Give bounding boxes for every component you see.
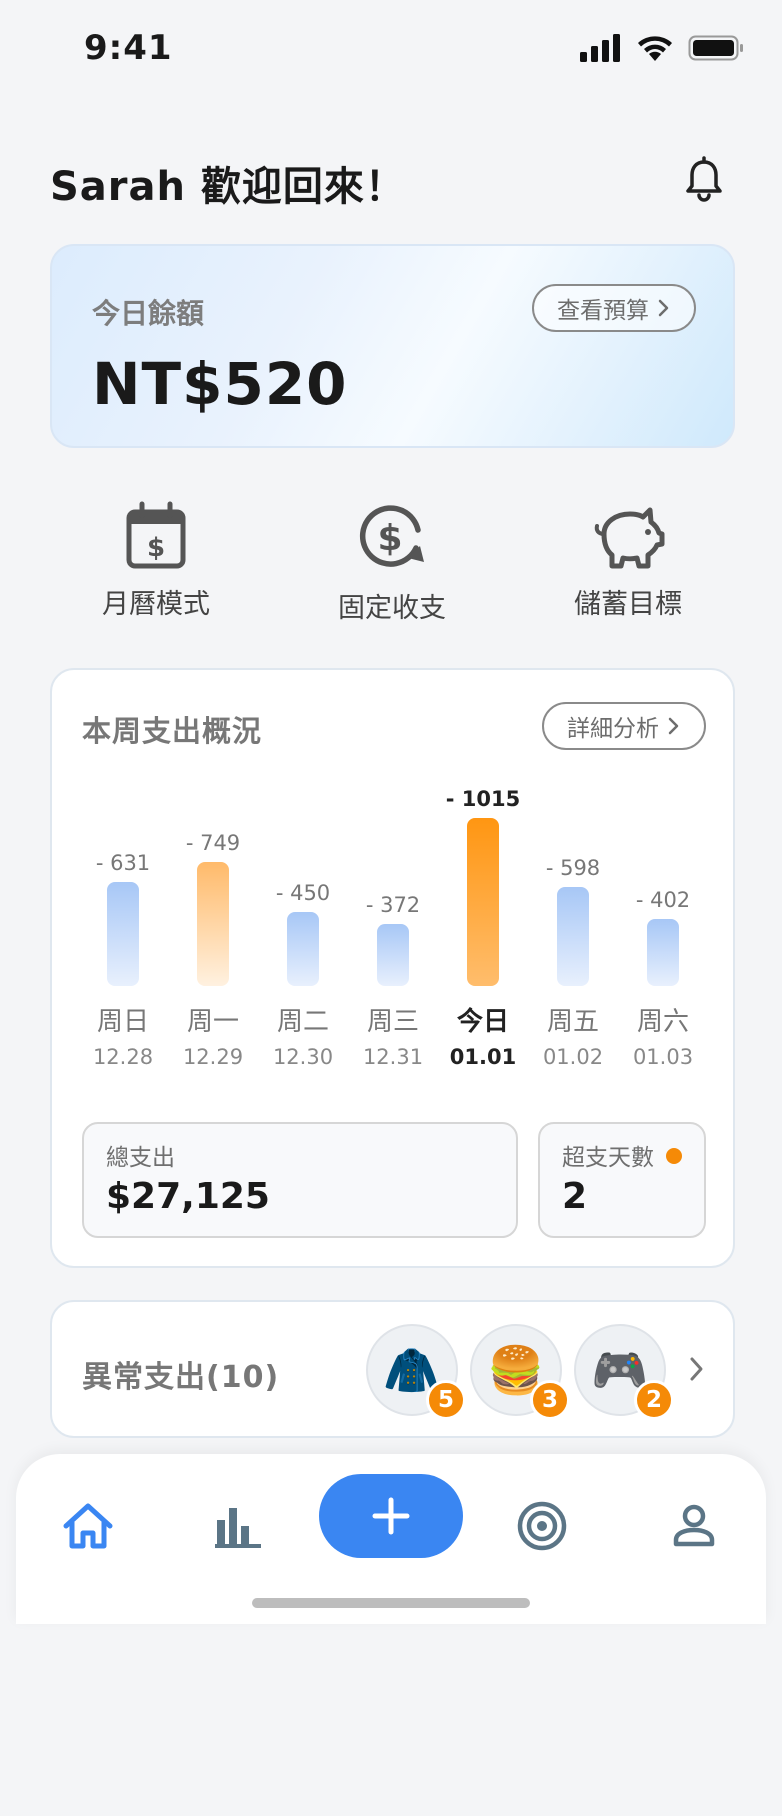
abnormal-spending-card[interactable]: 異常支出(10) 🧥 5 🍔 3 🎮 2 xyxy=(50,1300,735,1438)
chart-bar xyxy=(557,887,589,986)
calendar-mode-label: 月曆模式 xyxy=(102,589,210,620)
savings-goal-button[interactable]: 儲蓄目標 xyxy=(528,500,728,621)
overspend-days-label: 超支天數 xyxy=(562,1145,654,1171)
chart-bar xyxy=(647,919,679,986)
profile-icon xyxy=(673,1504,715,1547)
detail-analysis-button[interactable]: 詳細分析 xyxy=(542,702,706,750)
nav-home[interactable] xyxy=(56,1494,120,1558)
category-count-badge: 3 xyxy=(530,1380,570,1420)
chart-bar xyxy=(467,818,499,986)
bar-day-label: 周二 xyxy=(277,1007,329,1037)
bar-value-label: - 450 xyxy=(276,881,330,905)
bar-day-label: 周一 xyxy=(187,1007,239,1037)
chevron-right-icon xyxy=(658,299,669,317)
overspend-days-value: 2 xyxy=(562,1176,588,1217)
status-time: 9:41 xyxy=(84,28,173,68)
total-spending-label: 總支出 xyxy=(106,1145,175,1171)
target-icon xyxy=(517,1501,567,1551)
bar-value-label: - 598 xyxy=(546,856,600,880)
bar-value-label: - 372 xyxy=(366,893,420,917)
recurring-transactions-button[interactable]: $ 固定收支 xyxy=(292,500,492,625)
notification-bell-icon[interactable] xyxy=(680,156,728,204)
bar-date-label: 12.28 xyxy=(93,1045,153,1069)
balance-label: 今日餘額 xyxy=(92,297,205,330)
bottom-nav xyxy=(16,1454,766,1624)
bar-date-label: 12.31 xyxy=(363,1045,423,1069)
signal-icon xyxy=(580,34,620,62)
weekly-spending-chart: - 631 周日 12.28 - 749 周一 12.29 - 450 周二 12.30 - 37… xyxy=(93,787,693,1069)
total-spending-box: 總支出 $27,125 xyxy=(82,1122,518,1238)
nav-goals[interactable] xyxy=(510,1494,574,1558)
svg-text:$: $ xyxy=(147,533,165,563)
recurring-dollar-icon: $ xyxy=(359,505,424,567)
overspend-days-box: 超支天數 2 xyxy=(538,1122,706,1238)
bar-day-label: 今日 xyxy=(457,1006,509,1037)
status-icons xyxy=(580,34,744,62)
balance-card: 今日餘額 NT$520 查看預算 xyxy=(50,244,735,448)
bar-date-label: 12.30 xyxy=(273,1045,333,1069)
greeting-title: Sarah 歡迎回來！ xyxy=(50,164,406,210)
category-games[interactable]: 🎮 2 xyxy=(574,1324,674,1420)
nav-profile[interactable] xyxy=(662,1494,726,1558)
category-food[interactable]: 🍔 3 xyxy=(470,1324,570,1420)
calendar-mode-button[interactable]: $ 月曆模式 xyxy=(56,500,256,621)
add-transaction-button[interactable] xyxy=(319,1474,463,1558)
calendar-dollar-icon: $ xyxy=(126,501,186,569)
chart-icon xyxy=(215,1508,261,1548)
home-icon xyxy=(63,1503,113,1549)
bar-value-label: - 631 xyxy=(96,851,150,875)
bar-value-label: - 749 xyxy=(186,831,240,855)
alert-dot-icon xyxy=(666,1148,682,1164)
category-count-badge: 5 xyxy=(426,1380,466,1420)
bar-day-label: 周日 xyxy=(97,1007,149,1037)
recurring-transactions-label: 固定收支 xyxy=(338,593,446,624)
balance-value: NT$520 xyxy=(92,350,348,418)
nav-statistics[interactable] xyxy=(206,1494,270,1558)
total-spending-value: $27,125 xyxy=(106,1176,270,1217)
category-clothing[interactable]: 🧥 5 xyxy=(366,1324,466,1420)
savings-goal-label: 儲蓄目標 xyxy=(574,589,682,620)
chevron-right-icon xyxy=(668,717,679,735)
bar-value-label: - 402 xyxy=(636,888,690,912)
category-count-badge: 2 xyxy=(634,1380,674,1420)
home-indicator xyxy=(252,1598,530,1608)
weekly-spending-title: 本周支出概況 xyxy=(82,714,263,748)
battery-icon xyxy=(688,35,743,61)
bar-day-label: 周五 xyxy=(547,1007,599,1037)
chart-bar xyxy=(377,924,409,986)
bar-date-label: 01.01 xyxy=(450,1045,516,1069)
bar-day-label: 周三 xyxy=(367,1007,419,1037)
bar-value-label: - 1015 xyxy=(446,787,520,811)
wifi-icon xyxy=(638,36,672,61)
chart-bar xyxy=(107,882,139,986)
bar-date-label: 01.03 xyxy=(633,1045,693,1069)
view-budget-button[interactable]: 查看預算 xyxy=(532,284,696,332)
bar-day-label: 周六 xyxy=(637,1007,689,1037)
bar-date-label: 12.29 xyxy=(183,1045,243,1069)
status-bar: 9:41 xyxy=(0,0,782,100)
detail-analysis-label: 詳細分析 xyxy=(567,716,659,742)
view-budget-label: 查看預算 xyxy=(557,298,649,324)
add-icon xyxy=(372,1497,410,1535)
chart-bar xyxy=(197,862,229,986)
abnormal-spending-title: 異常支出(10) xyxy=(82,1360,280,1395)
piggy-bank-icon xyxy=(594,507,665,569)
weekly-spending-card: 本周支出概況 詳細分析 - 631 周日 12.28 - 749 周一 12.29 - 45… xyxy=(50,668,735,1268)
quick-actions: $ 月曆模式 $ 固定收支 儲蓄目標 xyxy=(50,500,735,630)
svg-text:$: $ xyxy=(377,518,402,559)
chevron-right-icon[interactable] xyxy=(688,1354,706,1384)
bar-date-label: 01.02 xyxy=(543,1045,603,1069)
chart-bar xyxy=(287,912,319,986)
